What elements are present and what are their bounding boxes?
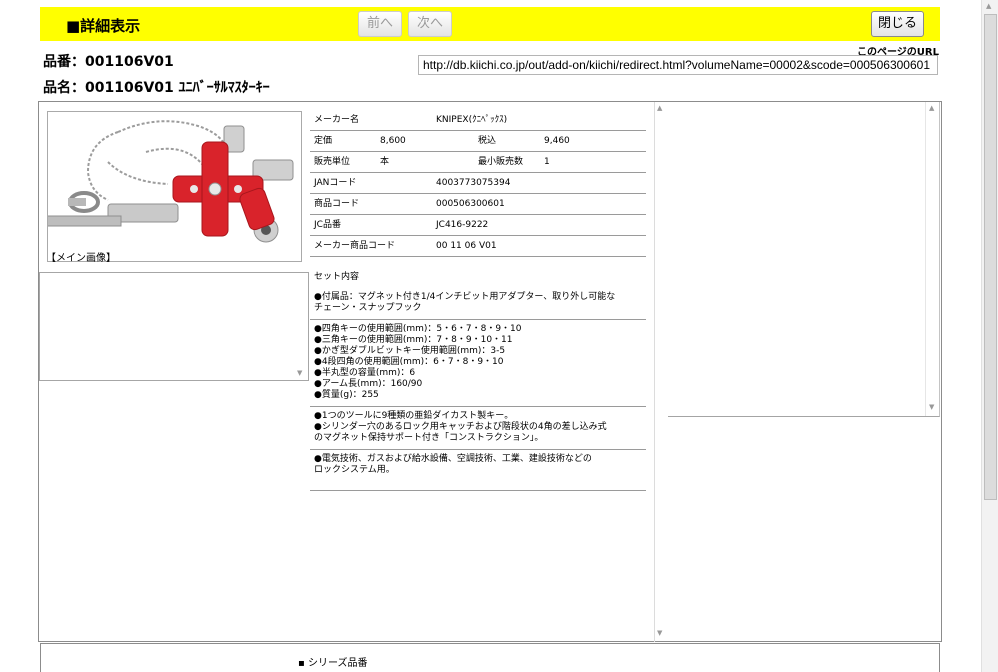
set-title: セット内容 — [314, 272, 360, 282]
note-line: ●三角キーの使用範囲(mm)：7・8・9・10・11 — [314, 335, 513, 345]
note-line: ●四角キーの使用範囲(mm)：5・6・7・8・9・10 — [314, 324, 522, 334]
spec-table: メーカー名 KNIPEX(ｸﾆﾍﾟｯｸｽ) 定価 8,600 税込 9,460 … — [310, 110, 646, 257]
spec-row-unit: 販売単位 本 最小販売数 1 — [310, 152, 646, 173]
spec-value: 000506300601 — [436, 199, 505, 209]
scroll-down-icon[interactable]: ▼ — [657, 629, 662, 637]
scroll-up-icon[interactable]: ▲ — [986, 2, 991, 10]
prev-button[interactable]: 前へ — [358, 11, 402, 37]
spec-value: 1 — [544, 157, 550, 167]
page-scrollbar[interactable]: ▲ — [981, 0, 998, 672]
use-notes-block: ●電気技術、ガスおよび給水設備、空調技術、工業、建設技術などの ロックシステム用… — [310, 450, 646, 491]
note-line: ●質量(g)：255 — [314, 390, 379, 400]
spec-row-maker: メーカー名 KNIPEX(ｸﾆﾍﾟｯｸｽ) — [310, 110, 646, 131]
product-notes: セット内容 ●付属品：マグネット付き1/4インチビット用アダプター、取り外し可能… — [310, 268, 646, 491]
spec-notes-block: ●四角キーの使用範囲(mm)：5・6・7・8・9・10 ●三角キーの使用範囲(m… — [310, 320, 646, 407]
note-line: ●アーム長(mm)：160/90 — [314, 379, 423, 389]
note-line: ●かぎ型ダブルビットキー使用範囲(mm)：3-5 — [314, 346, 506, 356]
right-pane-scrollbar[interactable]: ▲ ▼ — [925, 102, 939, 416]
center-pane-scrollbar[interactable]: ▲ ▼ — [654, 102, 668, 642]
note-line: ●4段四角の使用範囲(mm)：6・7・8・9・10 — [314, 357, 504, 367]
spec-value: JC416-9222 — [436, 220, 489, 230]
spec-label: JC品番 — [314, 220, 341, 230]
left-sub-pane: ▼ — [39, 272, 309, 381]
series-label: ▪ シリーズ品番 — [298, 658, 368, 669]
series-frame — [40, 643, 940, 672]
note-line: のマグネット保持サポート付き「コンストラクション」。 — [314, 433, 544, 443]
spec-row-price: 定価 8,600 税込 9,460 — [310, 131, 646, 152]
page-url-field[interactable]: http://db.kiichi.co.jp/out/add-on/kiichi… — [418, 55, 938, 75]
spec-value: 4003773075394 — [436, 178, 511, 188]
set-contents-block: セット内容 ●付属品：マグネット付き1/4インチビット用アダプター、取り外し可能… — [310, 268, 646, 320]
spec-label: 販売単位 — [314, 157, 351, 167]
scroll-up-icon[interactable]: ▲ — [929, 104, 934, 112]
scroll-down-icon[interactable]: ▼ — [929, 403, 934, 411]
note-line: ●電気技術、ガスおよび給水設備、空調技術、工業、建設技術などの — [314, 454, 592, 464]
spec-row-maker-code: メーカー商品コード 00 11 06 V01 — [310, 236, 646, 257]
note-line: チェーン・スナップフック — [314, 303, 422, 313]
spec-row-jan: JANコード 4003773075394 — [310, 173, 646, 194]
scroll-up-icon[interactable]: ▲ — [657, 104, 662, 112]
spec-label: 商品コード — [314, 199, 360, 209]
spec-label: 税込 — [478, 136, 497, 146]
spec-label: 定価 — [314, 136, 333, 146]
image-caption: 【メイン画像】 — [46, 253, 116, 264]
spec-value: 00 11 06 V01 — [436, 241, 497, 251]
spec-label: 最小販売数 — [478, 157, 524, 167]
page-scrollbar-thumb[interactable] — [984, 14, 997, 500]
spec-value: 本 — [380, 157, 390, 167]
spec-label: メーカー商品コード — [314, 241, 396, 251]
spec-value: KNIPEX(ｸﾆﾍﾟｯｸｽ) — [436, 115, 508, 125]
close-button[interactable]: 閉じる — [871, 11, 924, 37]
note-line: ロックシステム用。 — [314, 465, 395, 475]
spec-label: JANコード — [314, 178, 357, 188]
note-line: ●1つのツールに9種類の亜鉛ダイカスト製キー。 — [314, 411, 514, 421]
scroll-down-icon[interactable]: ▼ — [297, 369, 302, 377]
spec-row-jc: JC品番 JC416-9222 — [310, 215, 646, 236]
feature-notes-block: ●1つのツールに9種類の亜鉛ダイカスト製キー。 ●シリンダー穴のあるロック用キャ… — [310, 407, 646, 450]
spec-value: 9,460 — [544, 136, 570, 146]
spec-value: 8,600 — [380, 136, 406, 146]
left-pane-scrollbar[interactable]: ▼ — [294, 273, 308, 380]
right-sub-pane: ▲ ▼ — [668, 102, 940, 417]
header-bar: ■詳細表示 前へ 次へ 閉じる — [40, 7, 940, 41]
next-button[interactable]: 次へ — [408, 11, 452, 37]
spec-row-code: 商品コード 000506300601 — [310, 194, 646, 215]
master-key-product-photo — [45, 120, 294, 243]
note-line: ●シリンダー穴のあるロック用キャッチおよび階段状の4角の差し込み式 — [314, 422, 607, 432]
product-name: 品名：001106V01 ﾕﾆﾊﾞｰｻﾙﾏｽﾀｰｷｰ — [43, 80, 270, 96]
note-line: ●半丸型の容量(mm)：6 — [314, 368, 416, 378]
note-line: ●付属品：マグネット付き1/4インチビット用アダプター、取り外し可能な — [314, 292, 616, 302]
product-number: 品番：001106V01 — [43, 54, 174, 70]
page-title: ■詳細表示 — [66, 17, 141, 35]
spec-label: メーカー名 — [314, 115, 360, 125]
main-image — [45, 111, 302, 262]
